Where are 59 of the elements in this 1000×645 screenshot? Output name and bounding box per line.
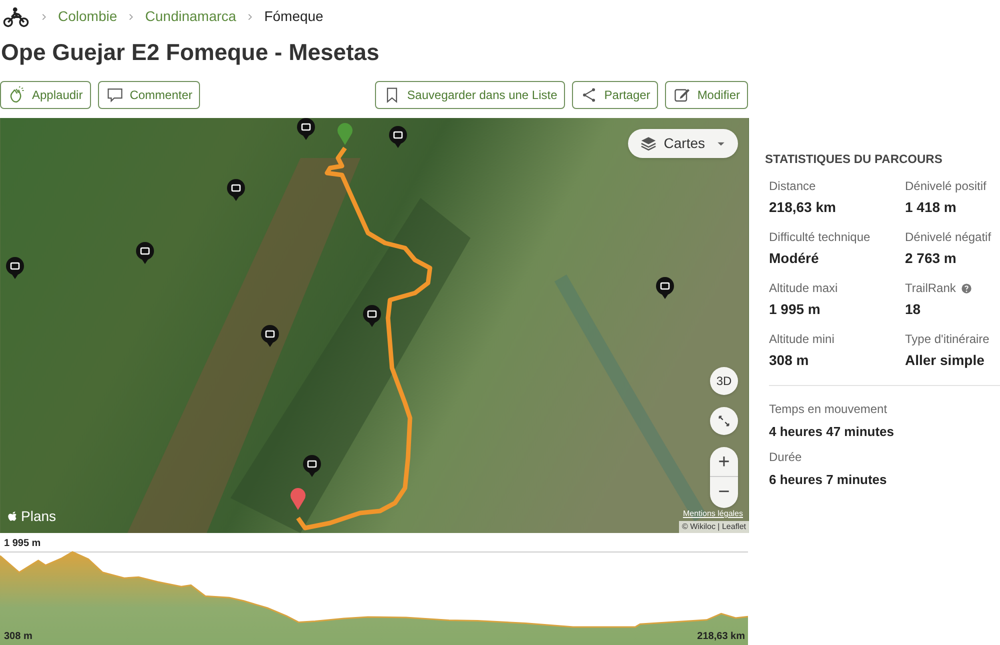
waypoint-marker-icon[interactable] [303,455,321,477]
stat-label: Altitude mini [769,331,834,348]
waypoint-marker-icon[interactable] [261,325,279,347]
zoom-in-button[interactable]: + [710,447,738,477]
stat-value: Modéré [769,249,820,268]
chevron-right-icon [246,12,254,22]
waypoint-marker-icon[interactable] [363,305,381,327]
waypoint-marker-icon[interactable] [6,257,24,279]
satellite-map[interactable]: Cartes 3D + − Plans Mentions légales © Wikiloc | Leaflet [0,118,749,533]
stat-value: 1 418 m [905,198,958,217]
end-marker-icon[interactable] [290,488,306,510]
stat-value: 2 763 m [905,249,958,268]
breadcrumb-link[interactable]: Colombie [58,6,118,27]
edit-button[interactable]: Modifier [665,80,748,108]
breadcrumb-current: Fómeque [264,7,324,26]
legal-notice-link[interactable]: Mentions légales [682,508,743,520]
stat-label: Temps en mouvement [769,401,888,418]
stat-label: Difficulté technique [769,229,870,246]
waypoint-marker-icon[interactable] [227,179,245,201]
save-button[interactable]: Sauvegarder dans une Liste [375,80,566,108]
apple-logo-icon [6,510,19,523]
stat-value: 6 heures 7 minutes [769,470,888,488]
share-button[interactable]: Partager [572,80,658,108]
comment-button[interactable]: Commenter [98,80,200,108]
expand-arrows-icon [717,414,731,428]
map-provider-label: Plans [21,507,56,526]
altitude-label: 308 m [4,632,32,642]
stat-label: TrailRank [905,280,956,297]
applaud-button[interactable]: Applaudir [0,80,91,108]
waypoint-marker-icon[interactable] [389,126,407,148]
layers-icon [640,135,657,152]
waypoint-marker-icon[interactable] [297,118,315,140]
stat-label: Altitude maxi [769,280,838,297]
speech-bubble-icon [106,86,124,104]
map-layers-button[interactable]: Cartes [628,129,738,158]
waypoint-marker-icon[interactable] [656,277,674,299]
stat-value: 18 [905,300,922,319]
stat-label: Dénivelé positif [905,178,986,195]
stat-label: Distance [769,178,816,195]
stat-label: Dénivelé négatif [905,229,992,246]
start-marker-icon[interactable] [337,123,353,145]
help-icon[interactable] [960,282,972,294]
waypoint-marker-icon[interactable] [136,242,154,264]
stats-heading: STATISTIQUES DU PARCOURS [765,151,944,168]
stat-value: 1 995 m [769,300,822,319]
altitude-label: 1 995 m [4,539,41,549]
chevron-right-icon [127,12,136,22]
zoom-out-button[interactable]: − [710,477,738,507]
distance-label: 218,63 km [697,632,745,642]
map-attribution: © Wikiloc | Leaflet [679,521,749,533]
breadcrumb-link[interactable]: Cundinamarca [145,6,236,27]
stat-value: Aller simple [905,351,986,370]
stat-value: 4 heures 47 minutes [769,423,895,441]
stat-value: 218,63 km [769,198,837,217]
page-title: Ope Guejar E2 Fomeque - Mesetas [0,38,380,67]
chevron-right-icon [40,12,48,22]
stat-label: Durée [769,448,803,466]
stat-value: 308 m [769,351,810,370]
stat-label: Type d'itinéraire [905,331,990,348]
